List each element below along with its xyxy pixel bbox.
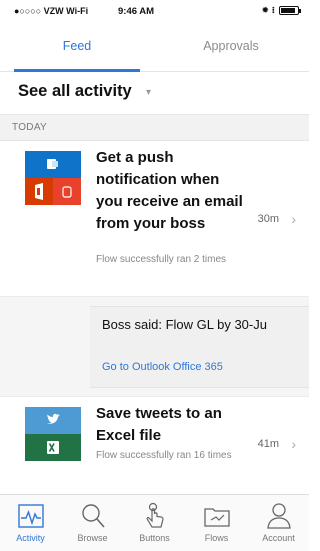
nav-activity[interactable]: Activity xyxy=(0,495,61,551)
twitter-icon xyxy=(25,407,81,434)
bottom-nav: Activity Browse Buttons Flows Account xyxy=(0,494,309,551)
notification-message: Boss said: Flow GL by 30-Ju xyxy=(102,317,267,332)
activity-icon xyxy=(18,504,44,528)
office-icon xyxy=(25,178,53,205)
flows-icon xyxy=(204,508,230,527)
chevron-down-icon: ▾ xyxy=(146,87,152,98)
flow-card-push-notification[interactable]: Get a push notification when you receive… xyxy=(0,141,309,297)
chevron-right-icon: › xyxy=(291,436,296,452)
top-tabs: Feed Approvals xyxy=(0,22,309,72)
nav-buttons[interactable]: Buttons xyxy=(124,495,185,551)
chevron-right-icon: › xyxy=(291,211,296,227)
flow-card-save-tweets[interactable]: Save tweets to an Excel file Flow succes… xyxy=(0,396,309,494)
nav-label: Account xyxy=(262,533,295,543)
flow-subtitle: Flow successfully ran 16 times xyxy=(96,450,232,461)
nav-label: Flows xyxy=(204,533,229,543)
status-bar: ●○○○○ VZW Wi-Fi 9:46 AM ✹ ⁝ xyxy=(0,0,309,22)
activity-filter[interactable]: See all activity ▾ xyxy=(0,72,309,112)
flow-time: 41m xyxy=(257,438,279,450)
carrier-label: ●○○○○ VZW Wi-Fi xyxy=(14,6,89,16)
touch-icon xyxy=(146,502,164,528)
section-label: TODAY xyxy=(12,122,48,133)
tab-feed[interactable]: Feed xyxy=(0,22,154,72)
user-icon xyxy=(267,503,291,529)
nav-label: Browse xyxy=(77,533,108,543)
flow-time: 30m xyxy=(257,213,279,225)
flow-title: Get a push notification when you receive… xyxy=(96,149,243,232)
nav-label: Activity xyxy=(16,533,45,543)
battery-icon xyxy=(279,6,301,15)
flow-subtitle: Flow successfully ran 2 times xyxy=(96,254,227,265)
tab-approvals[interactable]: Approvals xyxy=(154,22,308,72)
nav-label: Buttons xyxy=(139,533,170,543)
outlook-link[interactable]: Go to Outlook Office 365 xyxy=(102,361,223,373)
search-icon xyxy=(82,504,105,528)
notification-icon xyxy=(53,178,81,205)
nav-account[interactable]: Account xyxy=(248,495,309,551)
status-indicators: ✹ ⁝ xyxy=(261,5,301,16)
activity-filter-label: See all activity xyxy=(18,82,132,100)
clock-label: 9:46 AM xyxy=(118,6,155,17)
bluetooth-icon: ✹ ⁝ xyxy=(261,5,275,15)
nav-flows[interactable]: Flows xyxy=(186,495,247,551)
nav-browse[interactable]: Browse xyxy=(62,495,123,551)
outlook-icon xyxy=(25,151,81,178)
excel-icon xyxy=(25,434,81,461)
notification-detail-card[interactable]: Boss said: Flow GL by 30-Ju Go to Outloo… xyxy=(90,306,309,388)
flow-title: Save tweets to an Excel file xyxy=(96,405,222,444)
office-notification-icons xyxy=(25,178,81,205)
section-header-today: TODAY xyxy=(0,114,309,141)
